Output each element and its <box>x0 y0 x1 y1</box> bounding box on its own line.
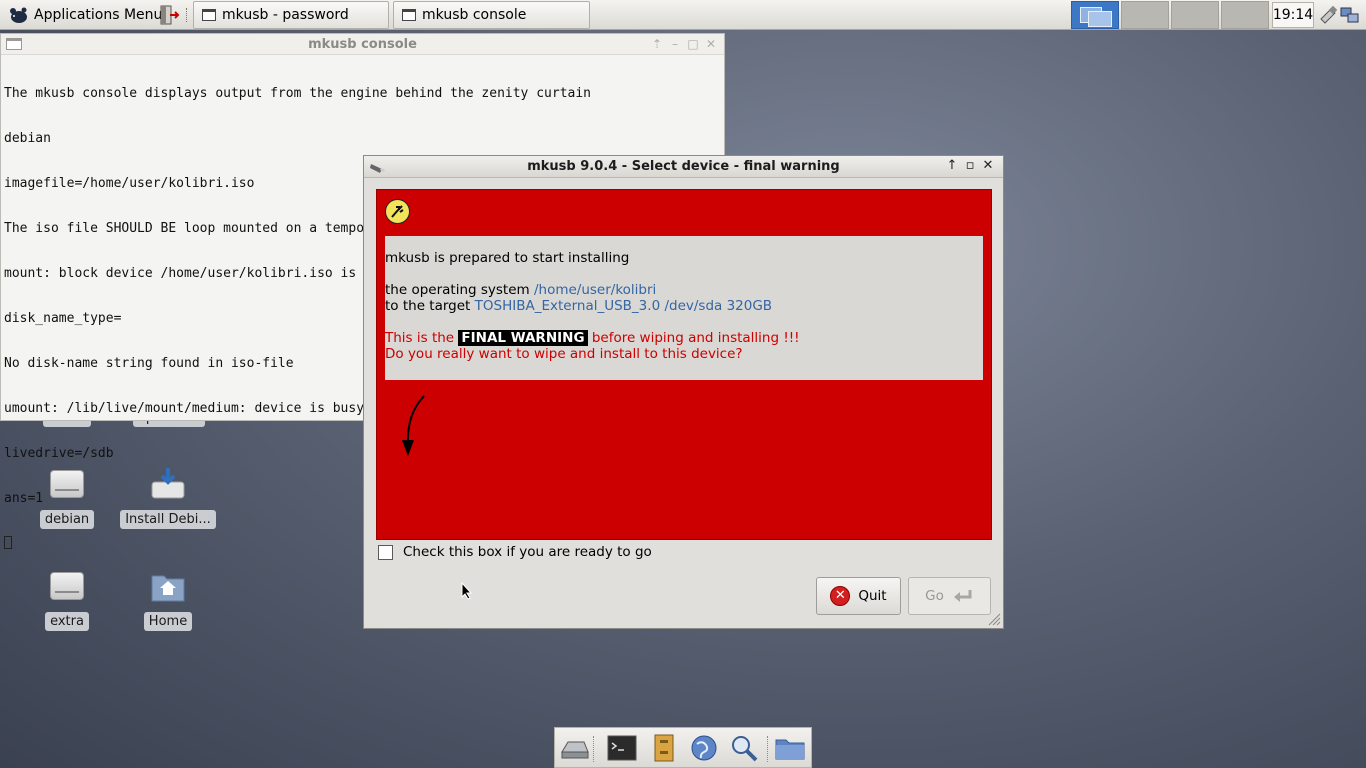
enter-icon <box>953 590 972 602</box>
intro-text: mkusb is prepared to start installing <box>385 250 630 266</box>
applications-menu-label: Applications Menu <box>34 7 163 23</box>
warning-prefix: This is the <box>385 330 459 346</box>
resize-grip-icon[interactable] <box>987 612 1001 626</box>
shade-icon[interactable]: ↑ <box>945 158 959 174</box>
close-icon[interactable]: ✕ <box>981 158 995 174</box>
workspace-1[interactable] <box>1071 1 1119 29</box>
os-path: /home/user/kolibri <box>533 282 657 298</box>
target-device: TOSHIBA_External_USB_3.0 /dev/sda 320GB <box>474 298 773 314</box>
network-tray-icon[interactable] <box>1340 5 1360 25</box>
xfce-mouse-icon <box>10 7 27 23</box>
bottom-dock <box>554 727 812 768</box>
workspace-4[interactable] <box>1221 1 1269 29</box>
workspace-3[interactable] <box>1171 1 1219 29</box>
maximize-icon[interactable]: □ <box>686 36 700 52</box>
mouse-pointer-icon <box>461 582 473 600</box>
desktop-icon-label: Home <box>143 612 193 631</box>
terminal-cursor <box>4 536 12 549</box>
search-icon[interactable] <box>729 734 759 762</box>
ready-checkbox-row[interactable]: Check this box if you are ready to go <box>378 544 652 560</box>
applications-menu-button[interactable]: Applications Menu <box>4 2 166 28</box>
workspace-switcher <box>1071 1 1269 29</box>
dialog-titlebar[interactable]: mkusb 9.0.4 - Select device - final warn… <box>364 156 1003 178</box>
quit-icon: ✕ <box>830 586 851 606</box>
message-box: mkusb is prepared to start installing th… <box>385 236 983 380</box>
warning-panel: mkusb is prepared to start installing th… <box>376 189 992 540</box>
maximize-icon[interactable]: ▫ <box>963 158 977 174</box>
window-icon <box>202 9 216 21</box>
console-titlebar[interactable]: mkusb console ⇡ – □ ✕ <box>1 34 724 55</box>
drive-icon[interactable] <box>559 734 589 762</box>
os-prefix: the operating system <box>385 282 534 298</box>
usb-tray-icon[interactable] <box>1318 5 1338 25</box>
panel-separator <box>186 8 188 22</box>
workspace-2[interactable] <box>1121 1 1169 29</box>
quit-button[interactable]: ✕ Quit <box>816 577 901 615</box>
shade-icon[interactable]: ⇡ <box>650 36 664 52</box>
minimize-icon[interactable]: – <box>668 36 682 52</box>
warning-suffix: before wiping and installing !!! <box>587 330 800 346</box>
mkusb-logo-icon <box>385 199 410 224</box>
folder-icon[interactable] <box>775 734 805 762</box>
question-text: Do you really want to wipe and install t… <box>385 346 743 362</box>
desktop-icon-label: extra <box>45 612 89 631</box>
final-warning-dialog[interactable]: mkusb 9.0.4 - Select device - final warn… <box>363 155 1004 629</box>
quit-label: Quit <box>858 588 887 604</box>
final-warning-highlight: FINAL WARNING <box>458 330 588 346</box>
window-icon <box>402 9 416 21</box>
dock-separator <box>767 736 768 762</box>
top-panel: Applications Menu mkusb - password mkusb… <box>0 0 1366 30</box>
web-browser-icon[interactable] <box>689 734 719 762</box>
console-line: The mkusb console displays output from t… <box>4 86 591 101</box>
go-label: Go <box>925 588 944 604</box>
task-label: mkusb - password <box>222 7 349 23</box>
task-button-mkusb-password[interactable]: mkusb - password <box>193 1 389 29</box>
task-label: mkusb console <box>422 7 527 23</box>
terminal-icon[interactable] <box>607 734 637 762</box>
curved-arrow-icon <box>402 395 425 456</box>
target-prefix: to the target <box>385 298 475 314</box>
dialog-title: mkusb 9.0.4 - Select device - final warn… <box>527 159 840 174</box>
console-title: mkusb console <box>308 37 417 52</box>
task-button-mkusb-console[interactable]: mkusb console <box>393 1 590 29</box>
go-button[interactable]: Go <box>908 577 991 615</box>
dock-separator <box>593 736 594 762</box>
file-cabinet-icon[interactable] <box>649 734 679 762</box>
close-icon[interactable]: ✕ <box>704 36 718 52</box>
ready-checkbox-label[interactable]: Check this box if you are ready to go <box>403 544 652 560</box>
logout-icon[interactable] <box>158 4 180 26</box>
console-line: debian <box>4 131 51 146</box>
ready-checkbox[interactable] <box>378 544 393 560</box>
clock[interactable]: 19:14 <box>1272 2 1314 28</box>
